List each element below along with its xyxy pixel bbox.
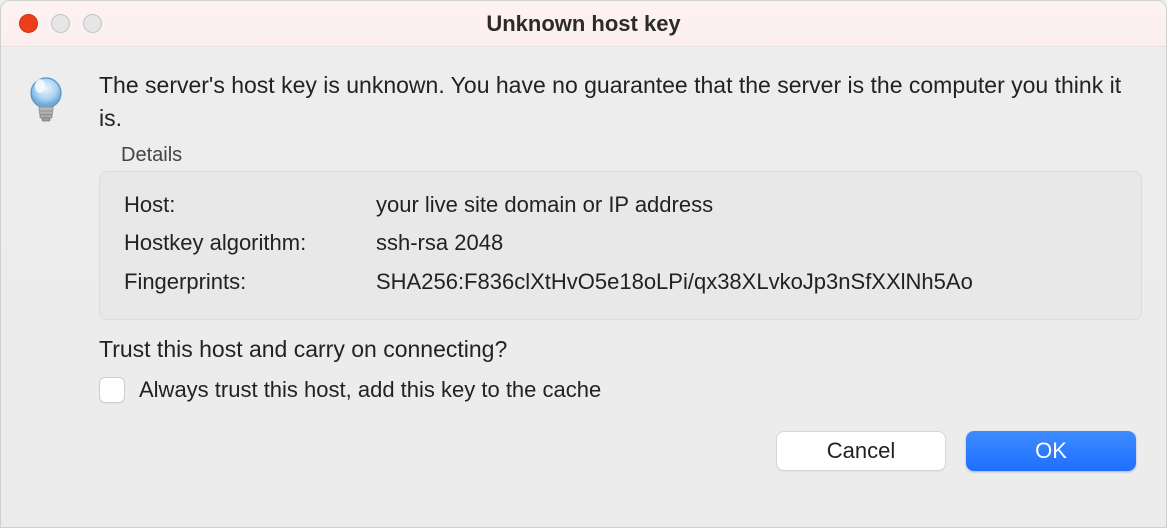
dialog-content: The server's host key is unknown. You ha… [1, 47, 1166, 527]
details-value-host: your live site domain or IP address [376, 186, 1117, 225]
dialog-title: Unknown host key [1, 11, 1166, 37]
details-value-fingerprint: SHA256:F836clXtHvO5e18oLPi/qx38XLvkoJp3n… [376, 263, 1117, 302]
details-label: Details [121, 144, 1142, 167]
details-value-algorithm: ssh-rsa 2048 [376, 224, 1117, 263]
dialog-buttons: Cancel OK [99, 431, 1142, 489]
close-window-button[interactable] [19, 14, 38, 33]
dialog-window: Unknown host key [0, 0, 1167, 528]
details-key-fingerprint: Fingerprints: [124, 263, 376, 302]
warning-message: The server's host key is unknown. You ha… [99, 69, 1142, 136]
details-key-algorithm: Hostkey algorithm: [124, 224, 376, 263]
details-box: Host: your live site domain or IP addres… [99, 171, 1142, 321]
maximize-window-button [83, 14, 102, 33]
cancel-button[interactable]: Cancel [776, 431, 946, 471]
window-controls [1, 14, 102, 33]
always-trust-label: Always trust this host, add this key to … [139, 377, 601, 403]
details-row-algorithm: Hostkey algorithm: ssh-rsa 2048 [124, 224, 1117, 263]
details-row-host: Host: your live site domain or IP addres… [124, 186, 1117, 225]
trust-question: Trust this host and carry on connecting? [99, 336, 1142, 363]
always-trust-checkbox[interactable] [99, 377, 125, 403]
lightbulb-icon [25, 75, 73, 127]
always-trust-row: Always trust this host, add this key to … [99, 377, 1142, 403]
minimize-window-button [51, 14, 70, 33]
details-key-host: Host: [124, 186, 376, 225]
ok-button[interactable]: OK [966, 431, 1136, 471]
details-row-fingerprint: Fingerprints: SHA256:F836clXtHvO5e18oLPi… [124, 263, 1117, 302]
titlebar: Unknown host key [1, 1, 1166, 47]
